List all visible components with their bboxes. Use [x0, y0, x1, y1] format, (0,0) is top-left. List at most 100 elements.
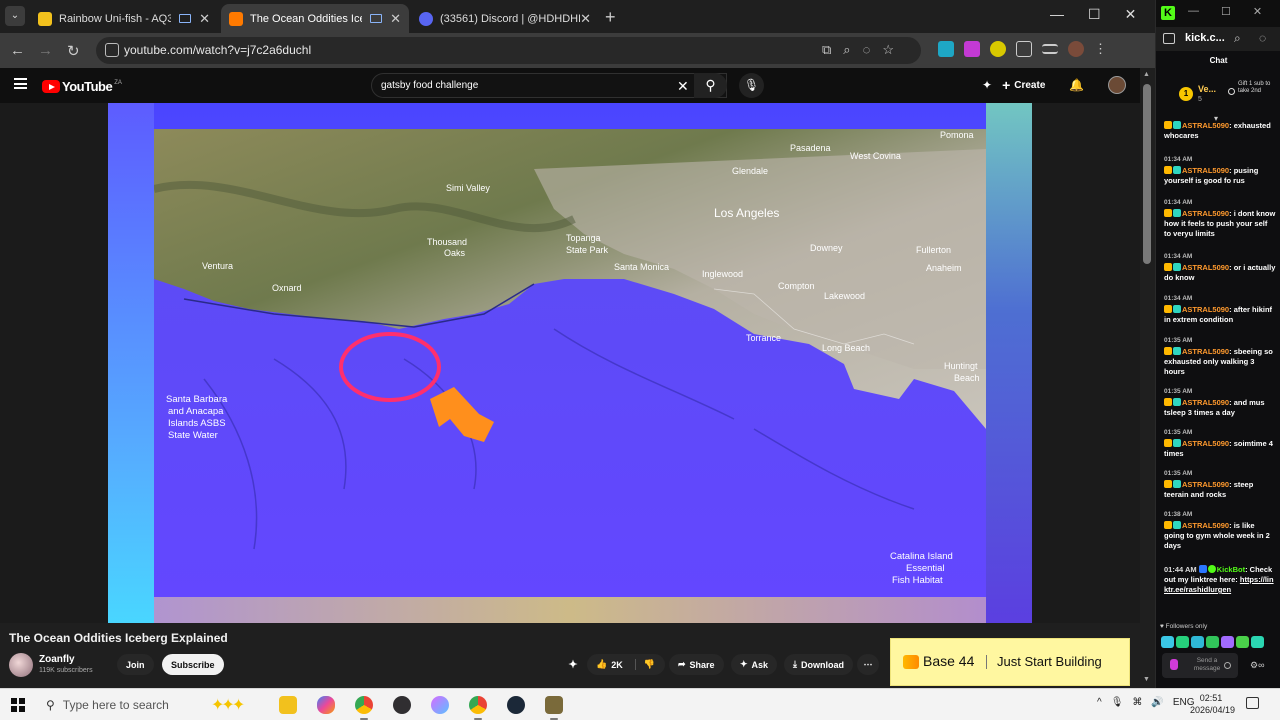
create-button[interactable]: + Create — [1002, 77, 1045, 93]
channel-name[interactable]: Zoanfly — [39, 654, 75, 665]
account-avatar[interactable] — [1108, 76, 1127, 94]
taskbar-search-input[interactable]: ⚲ Type here to search ✦✦✦ — [46, 693, 272, 717]
tab-discord[interactable]: (33561) Discord | @HDHDHDH ✕ — [411, 4, 599, 33]
chat-username[interactable]: ASTRAL5090 — [1182, 521, 1229, 530]
like-button[interactable]: 👍 2K 👎 — [587, 654, 665, 675]
emote-icon[interactable] — [1161, 636, 1174, 648]
extension-icon[interactable] — [990, 41, 1006, 57]
search-button[interactable]: ⚲ — [694, 73, 727, 98]
thumbs-down-icon[interactable]: 👎 — [634, 659, 655, 670]
chat-username[interactable]: ASTRAL5090 — [1182, 263, 1229, 272]
emote-icon[interactable] — [1176, 636, 1189, 648]
volume-icon[interactable]: 🔊 — [1151, 697, 1163, 708]
tray-chevron-icon[interactable]: ^ — [1097, 697, 1102, 708]
media-controls-icon[interactable] — [1042, 44, 1058, 54]
chat-username[interactable]: ASTRAL5090 — [1182, 439, 1229, 448]
sidebar-toggle-icon[interactable] — [1163, 33, 1175, 44]
chrome-profile-icon[interactable] — [466, 694, 490, 720]
microphone-icon[interactable]: 🎙 — [1111, 697, 1124, 708]
youtube-logo[interactable]: YouTube ZA — [42, 79, 122, 94]
video-player[interactable]: Ventura Oxnard Thousand Oaks Simi Valley… — [0, 103, 1140, 623]
steam-icon[interactable] — [504, 694, 528, 716]
emote-icon[interactable] — [1191, 636, 1204, 648]
subscribe-button[interactable]: Subscribe — [162, 654, 224, 675]
copilot-icon[interactable] — [314, 694, 338, 716]
emote-icon[interactable] — [1206, 636, 1219, 648]
maximize-icon[interactable]: ☐ — [1088, 6, 1101, 23]
zoom-icon[interactable]: ⌕ — [843, 42, 850, 58]
voice-search-button[interactable]: 🎙 — [739, 73, 764, 98]
tab-ocean-oddities[interactable]: The Ocean Oddities Iceberg ✕ — [221, 4, 409, 33]
close-tab-icon[interactable]: ✕ — [580, 11, 591, 27]
video-frame[interactable]: Ventura Oxnard Thousand Oaks Simi Valley… — [108, 103, 1032, 623]
taskbar-clock[interactable]: 02:51 2026/04/19 — [1190, 692, 1235, 716]
notifications-bell-icon[interactable]: 🔔 — [1069, 78, 1084, 92]
notifications-icon[interactable] — [1246, 697, 1259, 709]
emote-icon[interactable] — [1251, 636, 1264, 648]
emoji-picker-icon[interactable] — [1224, 662, 1231, 669]
chrome-icon[interactable] — [352, 694, 376, 720]
chat-username[interactable]: ASTRAL5090 — [1182, 347, 1229, 356]
extension-icon[interactable] — [938, 41, 954, 57]
forward-icon[interactable]: → — [38, 42, 53, 59]
search-query[interactable]: gatsby food challenge — [381, 80, 478, 91]
kick-url[interactable]: kick.c... — [1185, 32, 1225, 44]
close-tab-icon[interactable]: ✕ — [390, 11, 401, 27]
profile-avatar-icon[interactable] — [1068, 41, 1084, 57]
back-icon[interactable]: ← — [10, 42, 25, 59]
emote-icon[interactable] — [1221, 636, 1234, 648]
network-icon[interactable]: ⌘ — [1132, 697, 1142, 708]
tab-aq3d[interactable]: Rainbow Uni-fish - AQ3D ✕ — [30, 4, 218, 33]
file-explorer-icon[interactable] — [276, 694, 300, 716]
gift-icon[interactable]: ✦ — [982, 78, 992, 92]
pinned-gift-leaderboard[interactable]: 1 Ve... 5 Gift 1 sub to take 2nd — [1156, 79, 1280, 113]
youtube-search-input[interactable]: gatsby food challenge ✕ — [371, 73, 727, 98]
minimize-icon[interactable]: — — [1188, 5, 1199, 18]
puzzle-icon[interactable] — [1016, 41, 1032, 57]
zoom-icon[interactable]: ⌕ — [1234, 31, 1241, 46]
chat-message-input[interactable]: Send a message — [1162, 653, 1238, 678]
chat-settings-icon[interactable]: ⚙∞ — [1250, 660, 1264, 671]
chat-username[interactable]: ASTRAL5090 — [1182, 209, 1229, 218]
eye-off-icon[interactable]: ◌ — [1259, 31, 1266, 45]
chat-username[interactable]: ASTRAL5090 — [1182, 166, 1229, 175]
site-info-icon[interactable] — [105, 43, 119, 57]
maximize-icon[interactable]: ☐ — [1221, 5, 1231, 18]
chat-username[interactable]: ASTRAL5090 — [1182, 398, 1229, 407]
scrollbar-thumb[interactable] — [1143, 84, 1151, 264]
clear-search-icon[interactable]: ✕ — [677, 78, 689, 95]
chat-username[interactable]: ASTRAL5090 — [1182, 121, 1229, 130]
emote-icon[interactable] — [1236, 636, 1249, 648]
join-button[interactable]: Join — [117, 654, 154, 675]
chat-username[interactable]: ASTRAL5090 — [1182, 480, 1229, 489]
snipping-tool-icon[interactable] — [428, 694, 452, 716]
download-button[interactable]: ⤓ Download — [784, 654, 853, 675]
sponsored-banner[interactable]: Base 44 Just Start Building — [890, 638, 1130, 686]
url-text[interactable]: youtube.com/watch?v=j7c2a6duchl — [124, 43, 311, 57]
minimize-icon[interactable]: — — [1050, 6, 1064, 23]
more-actions-icon[interactable]: ⋯ — [857, 654, 879, 675]
install-app-icon[interactable]: ⧉ — [822, 42, 831, 58]
reload-icon[interactable]: ↻ — [67, 42, 80, 60]
close-window-icon[interactable]: ✕ — [1253, 5, 1262, 18]
obs-icon[interactable] — [390, 694, 414, 716]
menu-kebab-icon[interactable]: ⋮ — [1094, 41, 1107, 57]
chat-username[interactable]: ASTRAL5090 — [1182, 305, 1229, 314]
eye-off-icon[interactable]: ◌ — [863, 42, 871, 58]
new-tab-icon[interactable]: + — [605, 7, 616, 28]
bookmark-star-icon[interactable]: ☆ — [882, 42, 894, 58]
omnibox[interactable]: youtube.com/watch?v=j7c2a6duchl — [96, 37, 921, 64]
chat-mic-icon[interactable] — [1170, 659, 1178, 670]
hamburger-menu-icon[interactable] — [14, 78, 27, 89]
windows-start-icon[interactable] — [11, 698, 25, 712]
channel-avatar[interactable] — [9, 653, 33, 677]
scroll-up-icon[interactable]: ▲ — [1143, 71, 1150, 78]
scroll-down-icon[interactable]: ▼ — [1143, 676, 1150, 683]
ask-button[interactable]: ✦ Ask — [731, 654, 778, 675]
ask-gemini-icon[interactable]: ✦ — [565, 654, 581, 675]
tab-search-icon[interactable]: ⌄ — [5, 6, 25, 26]
page-scrollbar[interactable]: ▲ ▼ — [1140, 68, 1155, 688]
close-tab-icon[interactable]: ✕ — [199, 11, 210, 27]
chat-username[interactable]: KickBot — [1217, 565, 1245, 574]
share-button[interactable]: ➦ Share — [669, 654, 724, 675]
